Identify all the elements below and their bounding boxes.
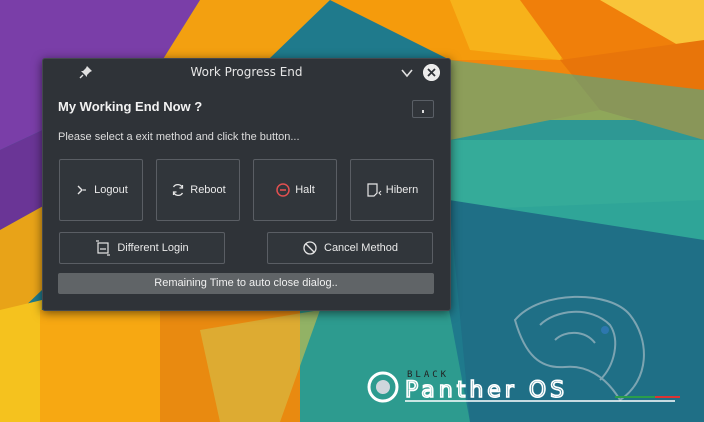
panther-os-logo: BLACK Panther OS xyxy=(367,295,680,404)
dialog-instruction: Please select a exit method and click th… xyxy=(58,131,300,143)
title-bar[interactable]: Work Progress End xyxy=(43,59,450,87)
cancel-method-label: Cancel Method xyxy=(324,242,398,254)
reboot-label: Reboot xyxy=(190,184,226,196)
logout-label: Logout xyxy=(94,184,128,196)
chevron-down-icon[interactable] xyxy=(400,66,414,80)
window-title: Work Progress End xyxy=(190,65,303,79)
halt-label: Halt xyxy=(295,184,315,196)
dialog-heading: My Working End Now ? xyxy=(58,99,203,114)
logout-icon xyxy=(77,185,87,195)
close-button[interactable] xyxy=(423,64,440,81)
cancel-icon xyxy=(303,241,317,255)
minimize-icon xyxy=(422,110,424,113)
halt-icon xyxy=(276,183,290,197)
switch-user-icon xyxy=(96,240,111,256)
exit-dialog: Work Progress End My Working End Now ? P… xyxy=(42,58,451,311)
different-login-label: Different Login xyxy=(117,242,189,254)
reboot-icon xyxy=(173,183,184,197)
hibernate-icon xyxy=(367,183,382,197)
halt-button[interactable]: Halt xyxy=(253,159,337,221)
logout-button[interactable]: Logout xyxy=(59,159,143,221)
hibernate-button[interactable]: Hibern xyxy=(350,159,434,221)
cancel-method-button[interactable]: Cancel Method xyxy=(267,232,433,264)
logo-brand: Panther OS xyxy=(405,378,568,403)
reboot-button[interactable]: Reboot xyxy=(156,159,240,221)
minimize-button[interactable] xyxy=(412,100,434,118)
hibernate-label: Hibern xyxy=(385,184,419,196)
different-login-button[interactable]: Different Login xyxy=(59,232,225,264)
